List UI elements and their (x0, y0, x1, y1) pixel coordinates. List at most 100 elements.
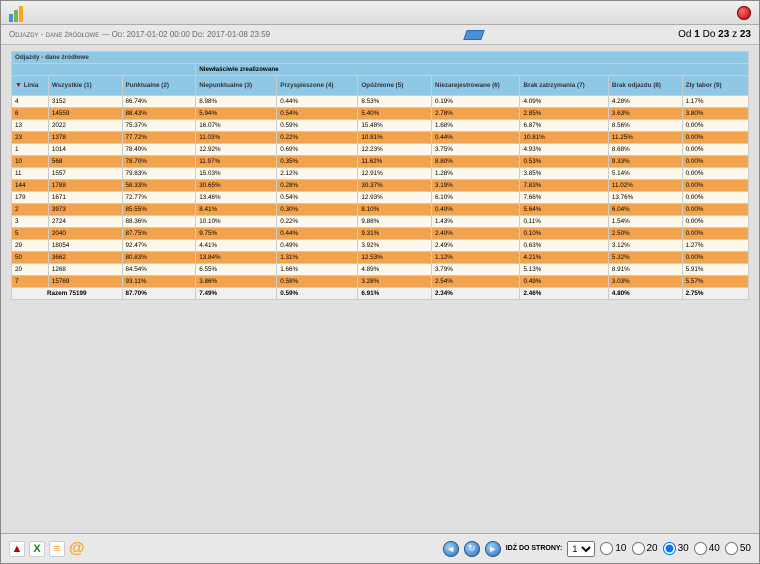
table-cell: 6.10% (432, 192, 520, 204)
table-cell: 14559 (48, 108, 122, 120)
page-size-option[interactable]: 40 (694, 542, 720, 555)
table-cell: 0.59% (277, 120, 358, 132)
refresh-button[interactable]: ↻ (464, 541, 480, 557)
table-row[interactable]: 1056878.70%11.97%0.35%11.62%8.80%0.53%9.… (12, 156, 749, 168)
range-total: 23 (740, 29, 751, 40)
col-linia[interactable]: ▼ Linia (12, 76, 49, 96)
table-cell: 5.40% (358, 108, 432, 120)
brick-icon (463, 30, 485, 40)
export-xls-icon[interactable]: X (29, 541, 45, 557)
page-size-option[interactable]: 50 (725, 542, 751, 555)
table-cell: 8.91% (608, 264, 682, 276)
export-doc-icon[interactable]: ≡ (49, 541, 65, 557)
report-table: Odjazdy - dane źródłowe Niewłaściwie zre… (11, 51, 749, 300)
page-size-radio[interactable] (632, 542, 645, 555)
table-cell: 8.56% (608, 120, 682, 132)
table-cell: 2.12% (277, 168, 358, 180)
table-row[interactable]: 2397385.55%8.41%0.30%8.10%0.40%5.64%6.04… (12, 204, 749, 216)
table-row[interactable]: 13202275.37%16.07%0.59%15.48%1.68%6.87%8… (12, 120, 749, 132)
table-cell: 1788 (48, 180, 122, 192)
table-row[interactable]: 23137877.72%11.03%0.22%10.81%0.44%10.81%… (12, 132, 749, 144)
table-row[interactable]: 179167172.77%13.46%0.54%12.93%6.10%7.66%… (12, 192, 749, 204)
table-cell: 0.30% (277, 204, 358, 216)
table-cell: 5.91% (682, 264, 748, 276)
table-cell: 12.93% (358, 192, 432, 204)
table-cell: 6.87% (520, 120, 608, 132)
table-cell: 0.44% (277, 96, 358, 108)
table-cell: 30.65% (196, 180, 277, 192)
table-cell: 10.81% (520, 132, 608, 144)
col-brak-zatrzymania[interactable]: Brak zatrzymania (7) (520, 76, 608, 96)
table-cell: 5.57% (682, 276, 748, 288)
table-row[interactable]: 5204087.75%9.75%0.44%9.31%2.40%0.10%2.50… (12, 228, 749, 240)
total-cell: 7.49% (196, 288, 277, 300)
export-pdf-icon[interactable]: ▲ (9, 541, 25, 557)
table-title: Odjazdy - dane źródłowe (12, 52, 749, 64)
col-opoznione[interactable]: Opóźnione (5) (358, 76, 432, 96)
close-icon[interactable] (737, 6, 751, 20)
table-cell: 0.40% (432, 204, 520, 216)
table-cell: 2040 (48, 228, 122, 240)
table-row[interactable]: 50366280.83%13.84%1.31%12.53%1.12%4.21%5… (12, 252, 749, 264)
export-email-icon[interactable]: @ (69, 540, 85, 558)
table-row[interactable]: 1101478.40%12.92%0.69%12.23%3.75%4.93%8.… (12, 144, 749, 156)
table-cell: 92.47% (122, 240, 196, 252)
table-cell: 144 (12, 180, 49, 192)
table-cell: 18054 (48, 240, 122, 252)
table-cell: 1.68% (432, 120, 520, 132)
table-cell: 5 (12, 228, 49, 240)
page-size-label: 40 (709, 543, 720, 554)
page-size-option[interactable]: 10 (600, 542, 626, 555)
table-row[interactable]: 11155779.83%15.03%2.12%12.91%1.28%3.85%5… (12, 168, 749, 180)
table-row[interactable]: 61455988.43%5.94%0.54%5.40%2.78%2.85%3.6… (12, 108, 749, 120)
table-cell: 3.80% (682, 108, 748, 120)
col-brak-odjazdu[interactable]: Brak odjazdu (8) (608, 76, 682, 96)
page-size-radio[interactable] (600, 542, 613, 555)
table-cell: 0.00% (682, 228, 748, 240)
table-cell: 2 (12, 204, 49, 216)
page-size-radio[interactable] (725, 542, 738, 555)
table-row[interactable]: 20126884.54%6.55%1.66%4.89%3.79%5.13%8.9… (12, 264, 749, 276)
page-size-radio[interactable] (663, 542, 676, 555)
page-size-option[interactable]: 20 (632, 542, 658, 555)
table-cell: 2724 (48, 216, 122, 228)
col-punktualne[interactable]: Punktualne (2) (122, 76, 196, 96)
table-cell: 5.32% (608, 252, 682, 264)
page-size-label: 10 (615, 543, 626, 554)
col-niepunktualne[interactable]: Niepunktualne (3) (196, 76, 277, 96)
col-przyspieszone[interactable]: Przyspieszone (4) (277, 76, 358, 96)
table-cell: 1.28% (432, 168, 520, 180)
col-niezarejestrowane[interactable]: Niezarejestrowane (6) (432, 76, 520, 96)
table-row[interactable]: 291805492.47%4.41%0.49%3.92%2.49%0.63%3.… (12, 240, 749, 252)
page-size-option[interactable]: 30 (663, 542, 689, 555)
table-cell: 78.40% (122, 144, 196, 156)
table-cell: 86.74% (122, 96, 196, 108)
table-cell: 3.85% (520, 168, 608, 180)
range-do: Do (703, 29, 716, 40)
table-cell: 0.49% (277, 240, 358, 252)
table-cell: 1671 (48, 192, 122, 204)
table-row[interactable]: 4315286.74%8.98%0.44%8.53%0.19%4.09%4.28… (12, 96, 749, 108)
page-size-radio[interactable] (694, 542, 707, 555)
table-cell: 8.80% (432, 156, 520, 168)
table-row[interactable]: 3272488.36%10.10%0.22%9.88%1.43%0.11%1.5… (12, 216, 749, 228)
range-from: 1 (694, 29, 700, 40)
table-cell: 5.64% (520, 204, 608, 216)
range-od: Od (678, 29, 691, 40)
table-cell: 15769 (48, 276, 122, 288)
table-row[interactable]: 144178858.33%30.65%0.28%30.37%3.19%7.83%… (12, 180, 749, 192)
goto-label: IDŹ DO STRONY: (506, 545, 563, 552)
table-cell: 0.00% (682, 120, 748, 132)
table-cell: 9.31% (358, 228, 432, 240)
prev-page-button[interactable]: ◄ (443, 541, 459, 557)
table-cell: 11.25% (608, 132, 682, 144)
table-cell: 3.86% (196, 276, 277, 288)
goto-page-select[interactable]: 1 (567, 541, 595, 557)
col-wszystkie[interactable]: Wszystkie (1) (48, 76, 122, 96)
table-cell: 8.10% (358, 204, 432, 216)
table-row[interactable]: 71576993.11%3.86%0.58%3.28%2.54%0.49%3.0… (12, 276, 749, 288)
next-page-button[interactable]: ► (485, 541, 501, 557)
table-cell: 87.75% (122, 228, 196, 240)
col-zly-tabor[interactable]: Zły tabor (9) (682, 76, 748, 96)
table-cell: 0.00% (682, 156, 748, 168)
